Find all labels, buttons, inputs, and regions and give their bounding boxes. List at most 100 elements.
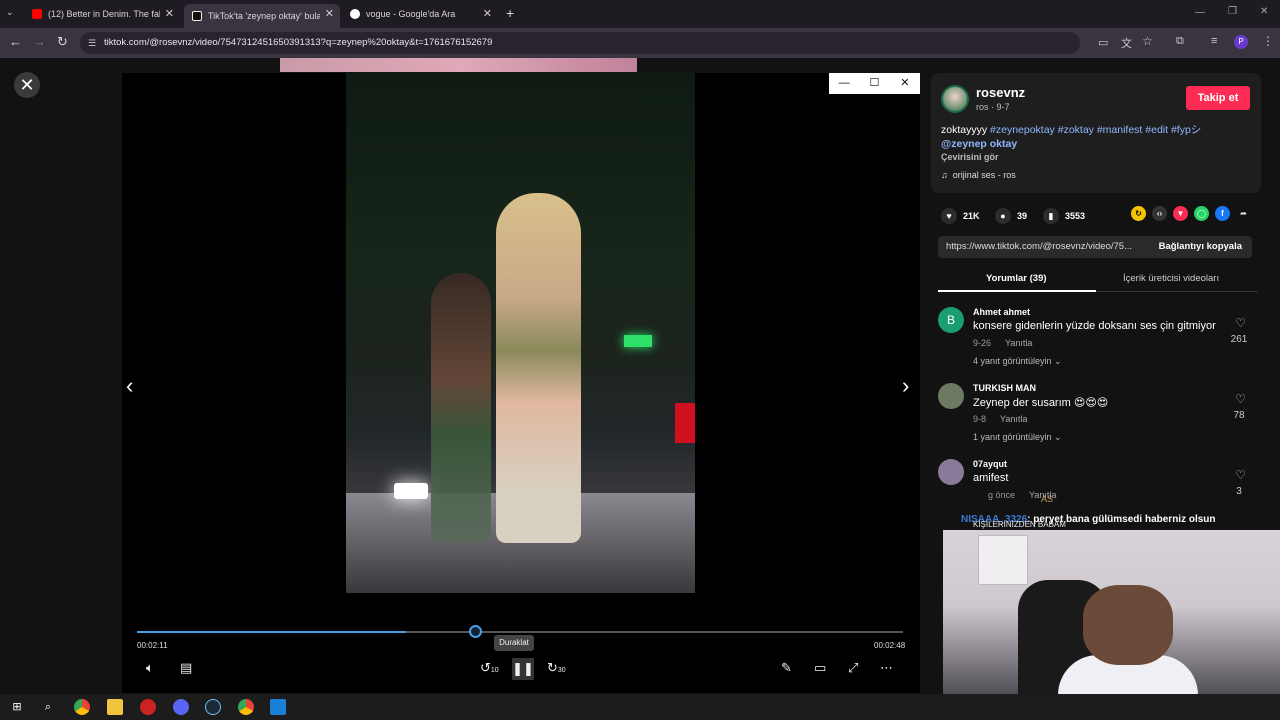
- comment-avatar[interactable]: [938, 459, 964, 485]
- like-action[interactable]: ♥ 21K: [941, 208, 980, 224]
- copy-link-button[interactable]: Bağlantıyı kopyala: [1159, 241, 1242, 252]
- reply-link[interactable]: Yanıtla: [1000, 414, 1027, 424]
- captions-icon[interactable]: ▤: [180, 660, 192, 676]
- player-minimize-icon[interactable]: —: [829, 73, 859, 94]
- comment-author[interactable]: Ahmet ahmet: [973, 307, 1030, 317]
- whatsapp-icon[interactable]: ◯: [1194, 206, 1209, 221]
- comment-text: Zeynep der susarım 😍😍😍: [973, 397, 1109, 409]
- tab-search-button[interactable]: ⌄: [6, 7, 14, 18]
- view-replies-link[interactable]: 1 yanıt görüntüleyin ⌄: [973, 432, 1062, 443]
- video-frame[interactable]: [346, 73, 695, 593]
- profile-avatar[interactable]: P: [1234, 35, 1248, 49]
- tab-creator-videos[interactable]: İçerik üreticisi videoları: [1123, 273, 1219, 284]
- tab-close-icon[interactable]: ✕: [325, 7, 334, 20]
- pause-button[interactable]: ❚❚: [512, 658, 534, 680]
- previous-arrow-icon[interactable]: ‹: [126, 373, 133, 399]
- comment-avatar[interactable]: B: [938, 307, 964, 333]
- discord-icon[interactable]: [173, 699, 189, 715]
- chrome-icon-2[interactable]: [238, 699, 254, 715]
- file-explorer-icon[interactable]: [107, 699, 123, 715]
- translate-icon[interactable]: 文: [1121, 35, 1132, 51]
- rewind-10-button[interactable]: ↺10: [480, 660, 499, 676]
- cast-icon[interactable]: ▭: [1098, 36, 1108, 49]
- youtube-icon: [32, 9, 42, 19]
- follow-button[interactable]: Takip et: [1186, 86, 1250, 110]
- green-light: [624, 335, 652, 347]
- back-icon[interactable]: ←: [9, 34, 22, 49]
- forward-label: 30: [557, 667, 566, 674]
- caption-hashtags[interactable]: #zeynepoktay #zoktay #manifest #edit #fy…: [990, 124, 1201, 136]
- sound-link[interactable]: ♫ orijinal ses - ros: [941, 170, 1016, 180]
- tab-close-icon[interactable]: ✕: [165, 7, 174, 20]
- share-arrow-icon[interactable]: ➦: [1236, 206, 1251, 221]
- comment-author[interactable]: 07ayqut: [973, 459, 1007, 469]
- comment-like-count: 3: [1236, 486, 1242, 497]
- comment-like-count: 78: [1233, 410, 1245, 421]
- window-close-icon[interactable]: ✕: [1260, 6, 1268, 17]
- action-bar: ♥ 21K ● 39 ▮ 3553 ↻ ‹› ▼ ◯ f ➦: [941, 204, 1261, 224]
- embed-icon[interactable]: ‹›: [1152, 206, 1167, 221]
- forward-icon[interactable]: →: [33, 34, 46, 49]
- edit-pencil-icon[interactable]: ✎: [781, 660, 792, 676]
- player-close-icon[interactable]: ✕: [890, 73, 920, 94]
- progress-handle[interactable]: [469, 625, 482, 638]
- author-username[interactable]: rosevnz: [976, 85, 1025, 100]
- comment-heart-icon[interactable]: ♡: [1235, 468, 1246, 482]
- chrome-icon[interactable]: [74, 699, 90, 715]
- new-tab-button[interactable]: +: [506, 5, 514, 21]
- comment-avatar[interactable]: [938, 383, 964, 409]
- media-player-icon[interactable]: [270, 699, 286, 715]
- save-action[interactable]: ▮ 3553: [1043, 208, 1085, 224]
- search-icon[interactable]: ⌕: [40, 699, 56, 715]
- avatar[interactable]: [941, 85, 969, 113]
- comment-item: TURKISH MAN Zeynep der susarım 😍😍😍 9-8 Ya…: [938, 383, 1258, 453]
- app-icon[interactable]: [140, 699, 156, 715]
- menu-icon[interactable]: ⋮: [1262, 34, 1274, 48]
- reply-link[interactable]: Yanıtla: [1005, 338, 1032, 348]
- tab-tiktok[interactable]: TikTok'ta 'zeynep oktay' bulabi ✕: [184, 4, 340, 28]
- player-maximize-icon[interactable]: ☐: [859, 73, 889, 94]
- minimize-icon[interactable]: —: [1195, 7, 1205, 18]
- url-field[interactable]: ☰ tiktok.com/@rosevnz/video/754731245165…: [80, 32, 1080, 54]
- translate-link[interactable]: Çevirisini gör: [941, 152, 999, 162]
- comment-author[interactable]: TURKISH MAN: [973, 383, 1036, 393]
- comment-heart-icon[interactable]: ♡: [1235, 316, 1246, 330]
- video-player[interactable]: ‹ ›: [122, 73, 920, 693]
- view-replies-link[interactable]: 4 yanıt görüntüleyin ⌄: [973, 356, 1062, 367]
- comment-item: B Ahmet ahmet konsere gidenlerin yüzde d…: [938, 307, 1258, 377]
- close-video-button[interactable]: ✕: [14, 72, 40, 98]
- comment-date: 9-26: [973, 338, 992, 348]
- next-arrow-icon[interactable]: ›: [902, 373, 909, 399]
- music-note-icon: ♫: [941, 170, 948, 180]
- tab-comments[interactable]: Yorumlar (39): [986, 273, 1047, 284]
- windows-start-icon[interactable]: ⊞: [9, 699, 25, 715]
- more-options-icon[interactable]: ⋯: [880, 660, 893, 676]
- steam-icon[interactable]: [205, 699, 221, 715]
- reload-icon[interactable]: ↻: [57, 34, 68, 50]
- bookmark-star-icon[interactable]: ☆: [1142, 34, 1153, 48]
- fullscreen-icon[interactable]: ⤢: [848, 660, 858, 676]
- volume-icon[interactable]: 🔈︎: [146, 660, 154, 676]
- performer-right: [496, 193, 581, 543]
- tab-close-icon[interactable]: ✕: [483, 7, 492, 20]
- site-info-icon[interactable]: ☰: [88, 32, 96, 54]
- tab-title: vogue - Google'da Ara: [366, 9, 456, 19]
- browser-tab-bar: ⌄ (12) Better in Denim. The fall ca ✕ Ti…: [0, 0, 1280, 28]
- comment-action[interactable]: ● 39: [995, 208, 1027, 224]
- repost-icon[interactable]: ↻: [1131, 206, 1146, 221]
- forward-30-button[interactable]: ↻30: [547, 660, 566, 676]
- video-link[interactable]: https://www.tiktok.com/@rosevnz/video/75…: [946, 241, 1146, 252]
- tab-title: (12) Better in Denim. The fall ca: [48, 9, 160, 19]
- restore-icon[interactable]: ❐: [1228, 6, 1237, 17]
- progress-track[interactable]: [137, 631, 903, 633]
- comment-date: 9-8: [973, 414, 987, 424]
- send-icon[interactable]: ▼: [1173, 206, 1188, 221]
- tab-youtube[interactable]: (12) Better in Denim. The fall ca ✕: [24, 4, 180, 24]
- miniplayer-icon[interactable]: ▭: [814, 660, 826, 676]
- tab-google[interactable]: vogue - Google'da Ara ✕: [342, 4, 498, 24]
- comment-heart-icon[interactable]: ♡: [1235, 392, 1246, 406]
- caption-mention[interactable]: @zeynep oktay: [941, 138, 1017, 150]
- extensions-icon[interactable]: ⧉: [1176, 35, 1184, 48]
- facebook-icon[interactable]: f: [1215, 206, 1230, 221]
- media-icon[interactable]: ≡: [1211, 35, 1217, 47]
